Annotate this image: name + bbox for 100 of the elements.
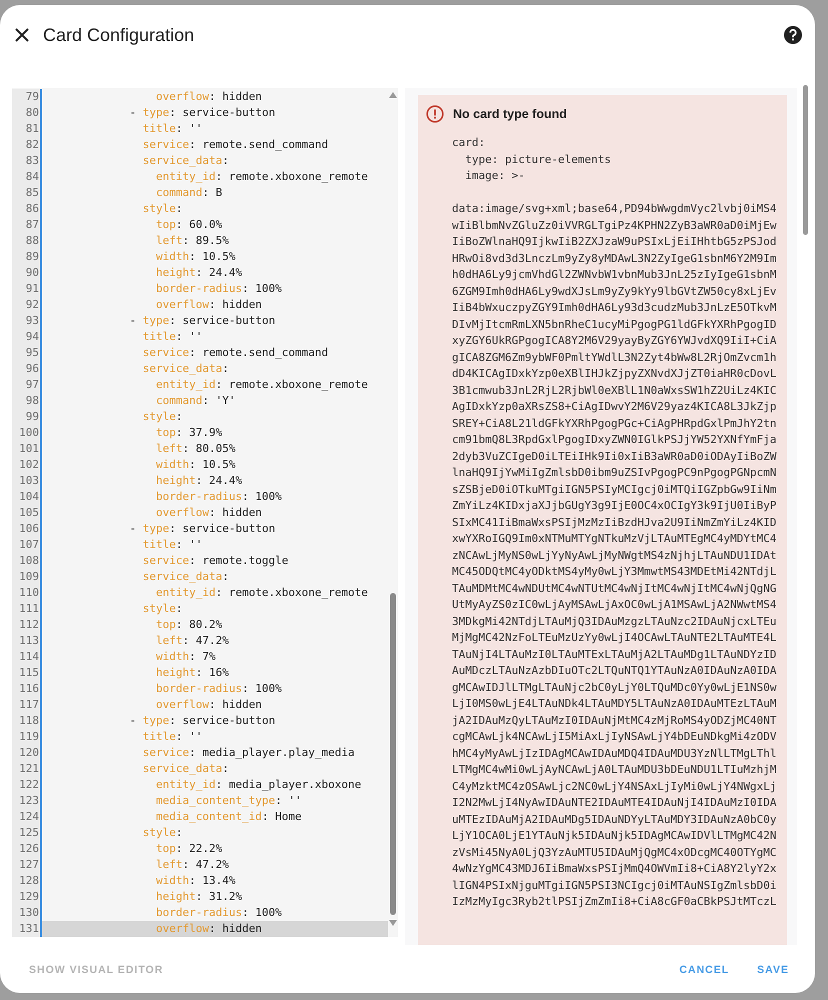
line-number: 112 [12, 617, 42, 633]
image-data-line: 3B1cmwub3JnL2RjL2RjbWl0eXBlL1N0aWxsSW1hZ2UiLz4KIC [452, 382, 778, 398]
code-line: border-radius: 100% [154, 489, 283, 505]
close-icon[interactable] [15, 28, 29, 42]
image-data-line: I2N2MwLjI4NyAwIDAuNTE2IDAuMTE4IDAuNjI4IDAuMzI0IDA [452, 795, 778, 811]
image-data-line: LjI0MS0wLjE4LTAuNDk4LTAuMDY5LTAuNzA0IDAuMTEzLTAuM [452, 696, 778, 712]
image-data-line: xyZGY6UkRGPgogICA8Y2M6V29yayByZGY6YWJvdXQ9IiI+CiA [452, 333, 778, 349]
code-line: - type: service-button [128, 521, 276, 537]
line-number: 117 [12, 697, 42, 713]
line-number: 119 [12, 729, 42, 745]
image-data-line: zNCAwLjMyNS0wLjYyNyAwLjMyNWgtMS4zNjhjLTAuNDU1IDAt [452, 548, 778, 564]
image-data-line: IzMzMyIgc3Ryb2tlPSIjZmZmIi8+CiA8cGF0aCBkPSJtMTczL [452, 894, 778, 910]
line-number: 105 [12, 505, 42, 521]
line-number: 113 [12, 633, 42, 649]
line-number: 124 [12, 809, 42, 825]
image-data-line: SIxMC41IiBmaWxsPSIjMzMzIiBzdHJva2U9IiNmZmYiLz4KID [452, 514, 778, 530]
code-line: width: 13.4% [154, 873, 236, 889]
line-number: 123 [12, 793, 42, 809]
code-line: width: 10.5% [154, 457, 236, 473]
code-line: overflow: hidden [154, 697, 263, 713]
cancel-button[interactable]: CANCEL [675, 958, 734, 982]
code-line: left: 89.5% [154, 233, 230, 249]
line-number: 84 [12, 169, 42, 185]
code-line: width: 10.5% [154, 249, 236, 265]
image-data-line: AuMDczLTAuNzAzbDIuOTc2LTQuNTQ1YTAuNzA0IDAuNzA0IDA [452, 663, 778, 679]
line-number: 128 [12, 873, 42, 889]
image-data-line: lnaHQ9IjYwMiIgZmlsbD0ibm9uZSIvPgogPC9nPgogPGNpcmN [452, 465, 778, 481]
line-number: 116 [12, 681, 42, 697]
line-number: 94 [12, 329, 42, 345]
code-line: top: 60.0% [154, 217, 224, 233]
image-data-line: MC45ODQtMC4yODktMS4yMy0wLjY3MmwtMS43MDEtMi42NTdjL [452, 564, 778, 580]
image-data-line: ZmYiLz4KIDxjaXJjbGUgY3g9IjE0OC4xOCIgY3k9IjU0IiByP [452, 498, 778, 514]
image-data-line: DIvMjItcmRmLXN5bnRheC1ucyMiPgogPG1ldGFkYXRhPgogID [452, 316, 778, 332]
code-line: style: [142, 201, 184, 217]
code-line: - type: service-button [128, 313, 276, 329]
image-data-line: UtMyAyZS0zIC0wLjAyMSAwLjAxOC0wLjA1MSAwLjA2NWwtMS4 [452, 597, 778, 613]
code-line: height: 24.4% [154, 473, 244, 489]
line-number: 120 [12, 745, 42, 761]
image-data-line: AgIDxkYzp0aXRsZS8+CiAgIDwvY2M6V29yaz4KICA8L3JkZjp [452, 399, 778, 415]
code-line: left: 47.2% [154, 633, 230, 649]
code-line: overflow: hidden [154, 297, 263, 313]
line-number: 96 [12, 361, 42, 377]
line-number: 98 [12, 393, 42, 409]
code-line: overflow: hidden [154, 89, 263, 105]
image-data-line: TAuMDMtMC4wNDUtMC4wNTUtMC4wNjItMC4wNjItMC4wNjQgNG [452, 580, 778, 596]
error-icon [426, 105, 444, 123]
line-number: 79 [12, 89, 42, 105]
image-data-line: C4yMzktMC4zOSAwLjc2NC0wLjY4NSAxLjIyMi0wLjY4NWgxLj [452, 778, 778, 794]
image-data-line: data:image/svg+xml;base64,PD94bWwgdmVyc2lvbj0iMS4 [452, 201, 778, 217]
code-line: top: 80.2% [154, 617, 224, 633]
line-number: 100 [12, 425, 42, 441]
line-number: 127 [12, 857, 42, 873]
line-number: 87 [12, 217, 42, 233]
image-data-line: TAuNjI4LTAuMzI0LTAuMTExLTAuMjA2LTAuMDg1LTAuNDYzID [452, 646, 778, 662]
code-line: top: 37.9% [154, 425, 224, 441]
line-number: 93 [12, 313, 42, 329]
image-data-line: gICA8ZGM6Zm9ybWF0PmltYWdlL3N2Zyt4bWw8L2RjOmZvcm1h [452, 350, 778, 366]
code-line: title: '' [142, 729, 204, 745]
code-line: service_data: [142, 361, 230, 377]
image-data-line: 6ZGM9Imh0dHA6Ly9wdXJsLm9yZy9kYy9lbGVtZW50cy8xLjEv [452, 284, 778, 300]
code-line: title: '' [142, 329, 204, 345]
line-number: 86 [12, 201, 42, 217]
line-number: 104 [12, 489, 42, 505]
image-data-line: uMTEzIDAuMjA2IDAuMDg5IDAuNDYyLTAuMDY3IDAuNzA0bC0y [452, 812, 778, 828]
code-line: service: remote.send_command [142, 137, 330, 153]
line-number: 80 [12, 105, 42, 121]
line-number: 82 [12, 137, 42, 153]
line-number: 97 [12, 377, 42, 393]
code-line: style: [142, 409, 184, 425]
line-number: 102 [12, 457, 42, 473]
line-number: 122 [12, 777, 42, 793]
image-data-line: cgMCAwLjk4NCAwLjI5MiAxLjIyNSAwLjY4bDEuNDkgMi4zODV [452, 729, 778, 745]
line-number: 91 [12, 281, 42, 297]
line-number: 129 [12, 889, 42, 905]
image-data-line: sZSBjeD0iOTkuMTgiIGN5PSIyMCIgcj0iMTQiIGZpbGw9IiNm [452, 482, 778, 498]
line-number: 92 [12, 297, 42, 313]
code-line: service: remote.send_command [142, 345, 330, 361]
scrollbar[interactable] [803, 85, 808, 235]
code-line: service_data: [142, 569, 230, 585]
image-data-line: cm91bmQ8L3RpdGxlPgogIDxyZWN0IGlkPSJjYW52YXNfYmFja [452, 432, 778, 448]
show-visual-editor-button[interactable]: SHOW VISUAL EDITOR [25, 958, 168, 982]
image-data-line: 3MDkgMi42NTdjLTAuMjQ3IDAuMzgzLTAuNzc2IDAuNjcxLTEu [452, 614, 778, 630]
code-line: style: [142, 601, 184, 617]
line-number: 109 [12, 569, 42, 585]
line-number: 110 [12, 585, 42, 601]
save-button[interactable]: SAVE [753, 958, 793, 982]
code-line: border-radius: 100% [154, 281, 283, 297]
code-line: - type: service-button [128, 105, 276, 121]
image-data-line: gMCAwIDJlLTMgLTAuNjc2bC0yLjY0LTQuMDc0Yy0wLjE1NS0w [452, 680, 778, 696]
image-data-line: 2dyb3VuZCIgeD0iLTEiIHk9Ii0xIiB3aWR0aD0iODAyIiBoZW [452, 448, 778, 464]
help-icon[interactable] [783, 25, 803, 45]
line-number: 111 [12, 601, 42, 617]
code-line: entity_id: remote.xboxone_remote [154, 585, 369, 601]
dialog-title: Card Configuration [43, 24, 196, 46]
line-number: 95 [12, 345, 42, 361]
config-line: image: >- [464, 168, 526, 184]
line-number: 121 [12, 761, 42, 777]
image-data-line: LjY1OCA0LjE1YTAuNjk5IDAuNjk5IDAgMCAwIDVlLTMgMC42N [452, 828, 778, 844]
error-title: No card type found [453, 107, 567, 121]
image-data-line: IiB4bWxuczpyZGY9Imh0dHA6Ly93d3cudzMub3JnLzE5OTkvM [452, 300, 778, 316]
